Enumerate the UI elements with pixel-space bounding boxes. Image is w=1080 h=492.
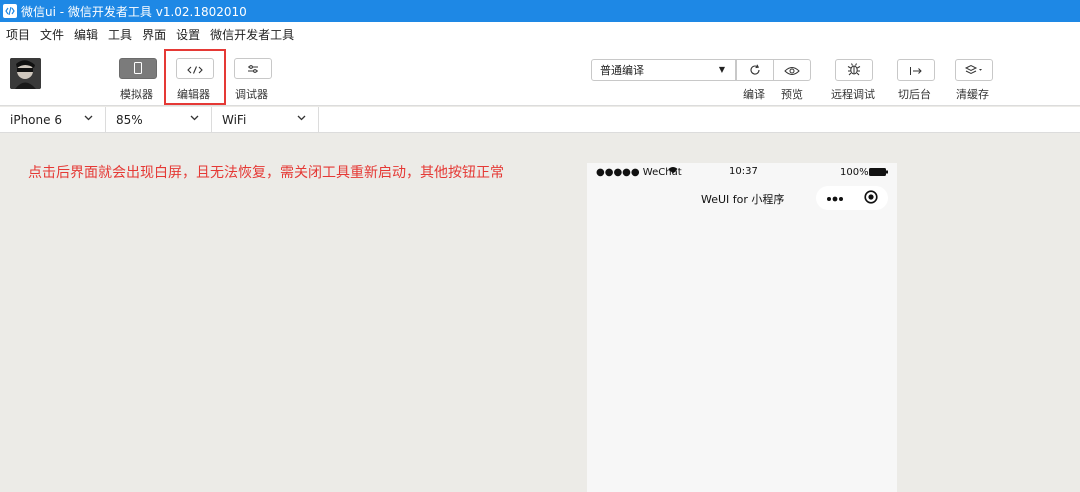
debugger-toggle-button[interactable] [234,58,272,79]
zoom-select[interactable]: 85% [106,107,212,133]
debugger-label: 调试器 [235,88,268,101]
wifi-icon [668,166,678,177]
phone-icon [134,59,142,78]
device-select[interactable]: iPhone 6 [0,107,106,133]
menu-item-tools[interactable]: 工具 [108,26,132,43]
menu-item-settings[interactable]: 设置 [176,26,200,43]
main-toolbar: 模拟器 编辑器 调试器 普通编译 ▼ 编译 预览 远程调试 切后台 清缓存 [0,46,1080,106]
clear-cache-label: 清缓存 [956,88,989,101]
window-title: 微信ui - 微信开发者工具 v1.02.1802010 [21,4,247,19]
clear-cache-button[interactable] [955,59,993,81]
chevron-down-icon [297,113,306,124]
refresh-icon [749,61,761,80]
simulator-toggle-button[interactable] [119,58,157,79]
network-select[interactable]: WiFi [212,107,319,133]
simulator-label: 模拟器 [120,88,153,101]
switch-background-icon [909,61,923,80]
network-value: WiFi [222,113,247,127]
phone-status-bar: ●●●●● WeChat 10:37 100% [587,163,897,181]
dropdown-triangle-icon: ▼ [718,65,725,74]
miniprogram-capsule [816,186,888,210]
eye-icon [784,61,800,80]
preview-button[interactable] [773,59,811,81]
compile-button[interactable] [736,59,774,81]
sliders-icon [247,59,259,78]
phone-nav-bar: WeUI for 小程序 [587,181,897,213]
remote-debug-button[interactable] [835,59,873,81]
device-value: iPhone 6 [10,113,62,127]
chevron-down-icon [84,113,93,124]
window-titlebar: 微信ui - 微信开发者工具 v1.02.1802010 [0,0,1080,22]
close-circle-icon[interactable] [864,189,878,207]
compile-label: 编译 [743,88,765,101]
background-label: 切后台 [898,88,931,101]
battery-percent: 100% [840,167,869,178]
device-bar: iPhone 6 85% WiFi [0,107,1080,133]
preview-label: 预览 [781,88,803,101]
battery-icon [869,168,889,179]
status-time: 10:37 [729,166,758,177]
menu-item-interface[interactable]: 界面 [142,26,166,43]
menu-bar: 项目 文件 编辑 工具 界面 设置 微信开发者工具 [0,22,1080,46]
layers-icon [964,61,983,80]
menu-item-devtools[interactable]: 微信开发者工具 [210,26,294,43]
nav-title: WeUI for 小程序 [701,193,785,206]
annotation-note: 点击后界面就会出现白屏，且无法恢复，需关闭工具重新启动，其他按钮正常 [28,165,504,181]
app-logo-icon [3,4,17,18]
avatar[interactable] [10,58,41,89]
remote-debug-label: 远程调试 [831,88,875,101]
compile-mode-value: 普通编译 [600,64,644,77]
menu-item-edit[interactable]: 编辑 [74,26,98,43]
bug-icon [847,61,861,80]
more-dots-icon[interactable] [826,192,844,205]
compile-mode-select[interactable]: 普通编译 ▼ [591,59,736,81]
editor-highlight-box [164,49,226,105]
background-button[interactable] [897,59,935,81]
chevron-down-icon [190,113,199,124]
zoom-value: 85% [116,113,143,127]
phone-simulator[interactable]: ●●●●● WeChat 10:37 100% WeUI for 小程序 [587,163,897,492]
menu-item-project[interactable]: 项目 [6,26,30,43]
menu-item-file[interactable]: 文件 [40,26,64,43]
